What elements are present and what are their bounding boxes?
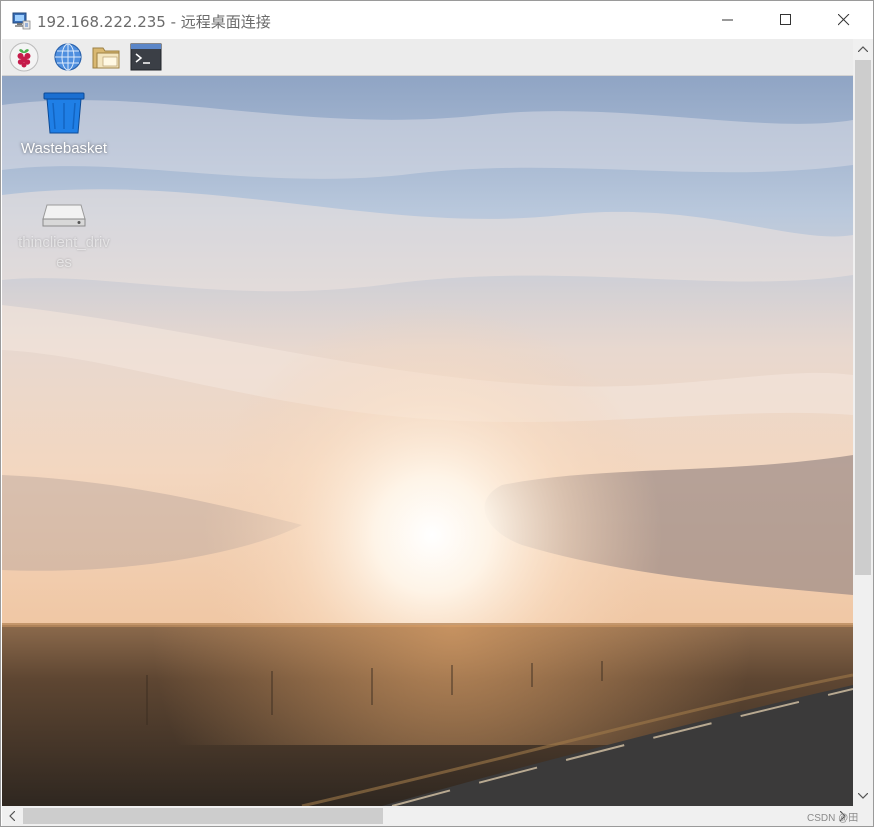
vertical-scrollbar[interactable] xyxy=(853,39,873,806)
maximize-button[interactable] xyxy=(757,1,815,39)
scroll-up-button[interactable] xyxy=(853,39,873,59)
globe-icon xyxy=(54,43,82,71)
close-button[interactable] xyxy=(815,1,873,39)
desktop-icon-thinclient-drives[interactable]: thinclient_drives xyxy=(14,199,114,273)
scroll-left-button[interactable] xyxy=(2,806,22,826)
panel-terminal-button[interactable] xyxy=(129,41,163,73)
minimize-button[interactable] xyxy=(699,1,757,39)
chevron-left-icon xyxy=(9,811,15,821)
chevron-up-icon xyxy=(858,46,868,52)
desktop-icon-label: thinclient_drives xyxy=(18,234,110,271)
horizontal-scroll-thumb[interactable] xyxy=(23,808,383,824)
trash-icon xyxy=(43,92,85,134)
drive-icon xyxy=(42,204,86,227)
desktop-wallpaper xyxy=(2,75,853,806)
close-icon xyxy=(838,14,850,26)
minimize-icon xyxy=(722,19,733,21)
folder-icon xyxy=(92,47,120,69)
desktop-icon-wastebasket[interactable]: Wastebasket xyxy=(14,91,114,159)
panel-web-browser-button[interactable] xyxy=(51,41,85,73)
vertical-scroll-thumb[interactable] xyxy=(855,60,871,575)
lxde-panel xyxy=(2,39,853,76)
chevron-down-icon xyxy=(858,793,868,799)
maximize-icon xyxy=(780,14,791,25)
horizontal-scrollbar[interactable] xyxy=(2,806,853,826)
scroll-down-button[interactable] xyxy=(853,786,873,806)
desktop-icon-label: Wastebasket xyxy=(20,140,108,157)
panel-file-manager-button[interactable] xyxy=(90,41,124,73)
panel-menu-button[interactable] xyxy=(7,41,41,73)
window-title: 192.168.222.235 - 远程桌面连接 xyxy=(37,13,271,31)
title-bar[interactable]: 192.168.222.235 - 远程桌面连接 xyxy=(1,1,873,39)
remote-desktop-view[interactable]: Wastebasket thinclient_drives xyxy=(2,39,853,806)
remote-desktop-window: 192.168.222.235 - 远程桌面连接 Wastebasket thi… xyxy=(0,0,874,827)
raspberry-pi-icon xyxy=(9,42,39,72)
remote-desktop-icon xyxy=(11,10,31,30)
terminal-icon xyxy=(130,43,162,71)
watermark: CSDN @田 xyxy=(807,813,859,824)
